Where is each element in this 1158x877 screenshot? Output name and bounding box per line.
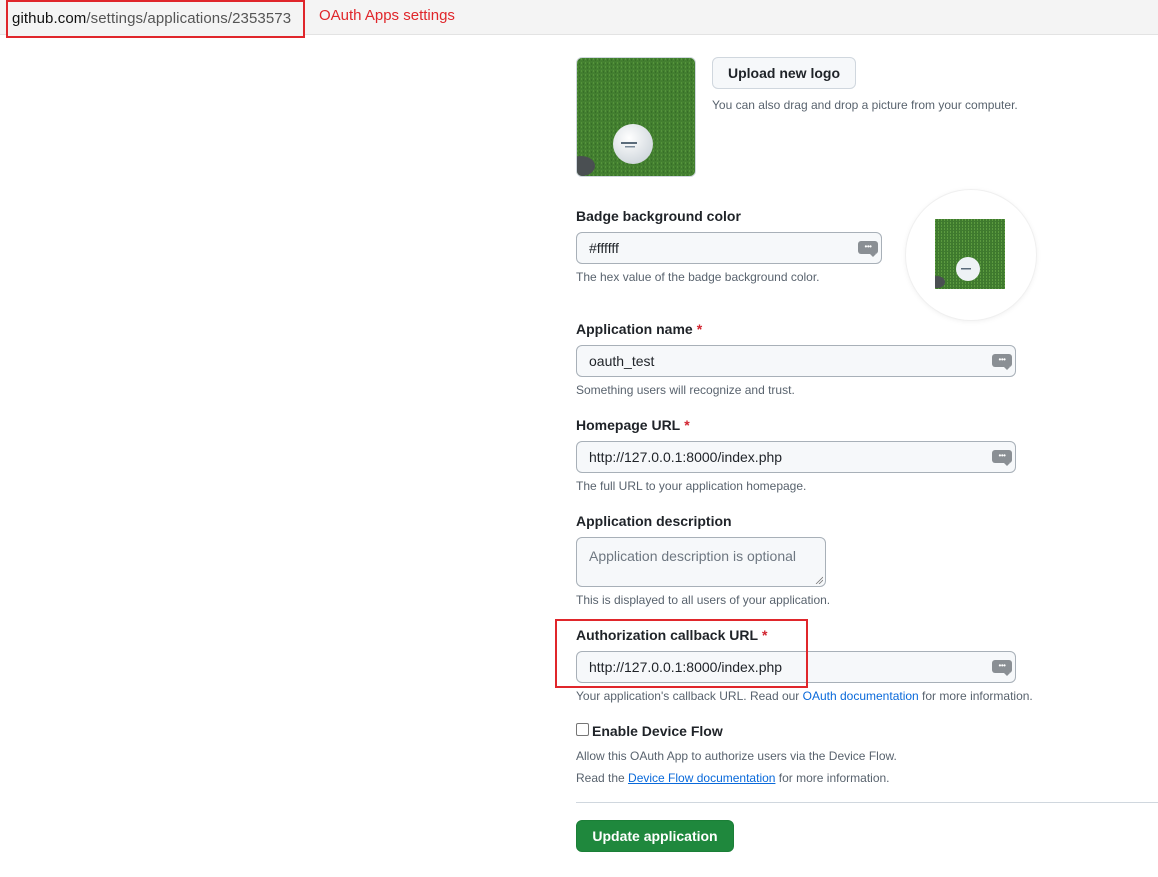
app-logo-image — [576, 57, 696, 177]
app-description-textarea[interactable]: Application description is optional — [576, 537, 826, 587]
homepage-url-input[interactable]: http://127.0.0.1:8000/index.php ••• — [576, 441, 1016, 473]
app-name-input[interactable]: oauth_test ••• — [576, 345, 1016, 377]
app-name-value: oauth_test — [589, 353, 655, 369]
required-mark: * — [696, 321, 703, 337]
homepage-url-hint: The full URL to your application homepag… — [576, 479, 807, 493]
badge-preview — [906, 190, 1036, 320]
url-path: /settings/applications/2353573 — [86, 10, 292, 27]
golf-ball-image — [577, 58, 695, 176]
badge-color-value: #ffffff — [589, 240, 619, 256]
device-flow-label[interactable]: Enable Device Flow — [592, 723, 723, 739]
badge-color-label: Badge background color — [576, 208, 741, 224]
callback-url-hint: Your application's callback URL. Read ou… — [576, 689, 1033, 703]
annotation-label: OAuth Apps settings — [319, 7, 455, 24]
homepage-url-label-text: Homepage URL — [576, 417, 681, 433]
badge-color-input[interactable]: #ffffff ••• — [576, 232, 882, 264]
homepage-url-label: Homepage URL * — [576, 417, 690, 433]
app-name-label: Application name * — [576, 321, 702, 337]
password-manager-icon[interactable]: ••• — [992, 660, 1012, 676]
resize-grip-icon[interactable] — [815, 576, 823, 584]
update-application-button[interactable]: Update application — [576, 820, 734, 852]
app-name-hint: Something users will recognize and trust… — [576, 383, 795, 397]
app-description-label: Application description — [576, 513, 732, 529]
callback-url-hint-prefix: Your application's callback URL. Read ou… — [576, 689, 803, 703]
form-divider — [576, 802, 1158, 803]
drag-drop-note: You can also drag and drop a picture fro… — [712, 98, 1018, 112]
device-flow-docs-prefix: Read the — [576, 771, 629, 785]
homepage-url-value: http://127.0.0.1:8000/index.php — [589, 449, 783, 465]
password-manager-icon[interactable]: ••• — [992, 354, 1012, 370]
password-manager-icon[interactable]: ••• — [992, 450, 1012, 466]
upload-logo-button[interactable]: Upload new logo — [712, 57, 856, 89]
url-annotation-box[interactable]: github.com/settings/applications/2353573 — [6, 0, 305, 38]
badge-color-hint: The hex value of the badge background co… — [576, 270, 820, 284]
enable-device-flow-checkbox[interactable] — [576, 723, 589, 736]
callback-url-hint-suffix: for more information. — [918, 689, 1033, 703]
url-host: github.com — [12, 10, 87, 27]
device-flow-hint: Allow this OAuth App to authorize users … — [576, 749, 897, 763]
password-manager-icon[interactable]: ••• — [858, 241, 878, 257]
device-flow-documentation-link[interactable]: Device Flow documentation — [628, 771, 775, 785]
app-description-placeholder: Application description is optional — [589, 548, 797, 564]
device-flow-docs-hint: Read the Device Flow documentation for m… — [576, 771, 890, 785]
settings-form: Upload new logo You can also drag and dr… — [576, 0, 1158, 877]
device-flow-docs-suffix: for more information. — [775, 771, 890, 785]
app-name-label-text: Application name — [576, 321, 693, 337]
required-mark: * — [684, 417, 690, 433]
badge-preview-image — [935, 219, 1005, 289]
callback-url-annotation-box — [555, 619, 808, 688]
app-description-hint: This is displayed to all users of your a… — [576, 593, 831, 607]
oauth-documentation-link[interactable]: OAuth documentation — [803, 689, 919, 703]
